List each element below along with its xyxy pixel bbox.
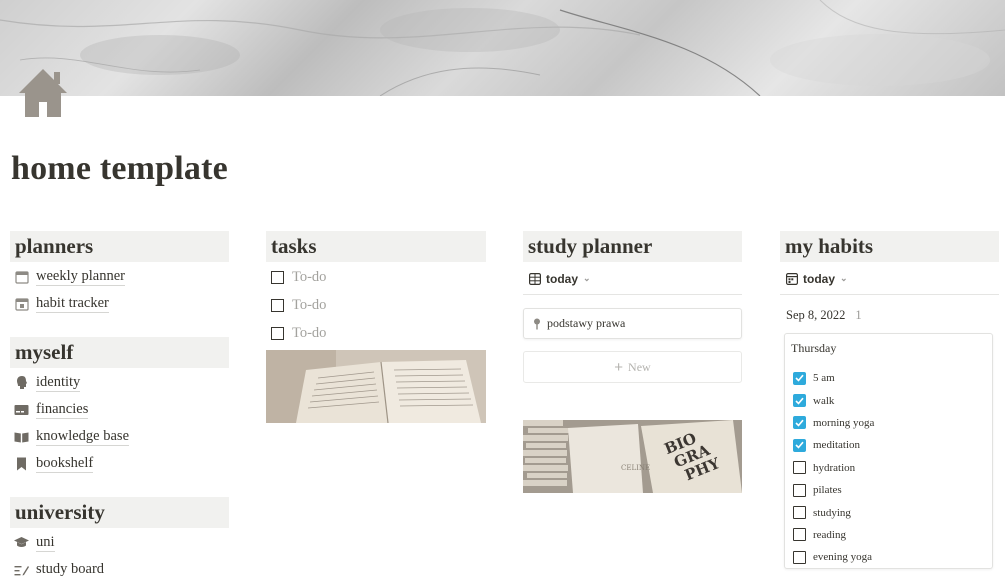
habits-card-title: Thursday [791, 341, 837, 355]
graduation-cap-icon [14, 535, 29, 550]
new-item-button[interactable]: + New [523, 351, 742, 383]
habits-group-header[interactable]: Sep 8, 2022 1 [780, 307, 999, 323]
habit-item[interactable]: hydration [785, 457, 992, 479]
link-weekly-planner[interactable]: weekly planner [10, 263, 229, 290]
todo-checkbox[interactable] [271, 298, 284, 312]
habit-item[interactable]: meditation [785, 434, 992, 456]
calendar-icon [14, 269, 29, 284]
profile-head-icon [14, 375, 29, 390]
habit-item[interactable]: morning yoga [785, 412, 992, 434]
todo-item[interactable]: To-do [266, 319, 486, 347]
habits-date: Sep 8, 2022 [786, 307, 846, 322]
habit-checkbox-checked[interactable] [793, 394, 806, 408]
habit-checkbox[interactable] [793, 528, 806, 542]
cover-image [0, 0, 1005, 96]
calendar-view-icon [786, 272, 799, 285]
study-item-label: podstawy prawa [547, 316, 626, 330]
link-habit-tracker[interactable]: habit tracker [10, 290, 229, 317]
pin-icon [533, 318, 541, 330]
todo-checkbox[interactable] [271, 270, 284, 284]
habit-checkbox-checked[interactable] [793, 438, 806, 452]
study-item-card[interactable]: podstawy prawa [523, 308, 742, 339]
link-knowledge-base[interactable]: knowledge base [10, 423, 229, 450]
habits-column: my habits today ⌄ Sep 8, 2022 1 Thursday… [780, 231, 999, 569]
svg-text:CELINE: CELINE [621, 464, 650, 472]
habit-item[interactable]: studying [785, 501, 992, 523]
todo-item[interactable]: To-do [266, 263, 486, 291]
habits-view-label: today [803, 271, 836, 286]
tasks-column: tasks To-do To-do To-do [266, 231, 486, 347]
open-book-icon [14, 429, 29, 444]
link-financies[interactable]: financies [10, 396, 229, 423]
biography-books-photo: CELINE BIO GRA PHY [523, 420, 742, 493]
university-header: university [10, 497, 229, 528]
todo-item[interactable]: To-do [266, 291, 486, 319]
page-title: home template [11, 150, 228, 187]
link-study-board[interactable]: study board [10, 556, 229, 577]
habit-checkbox[interactable] [793, 461, 806, 475]
open-book-photo [266, 350, 486, 423]
habit-item[interactable]: walk [785, 389, 992, 411]
study-planner-header: study planner [523, 231, 742, 262]
study-planner-column: study planner today ⌄ podstawy prawa + N… [523, 231, 742, 383]
pencil-lines-icon [14, 562, 29, 577]
link-identity[interactable]: identity [10, 369, 229, 396]
link-uni[interactable]: uni [10, 529, 229, 556]
bookmark-icon [14, 456, 29, 471]
plus-icon: + [614, 358, 624, 376]
table-view-icon [529, 272, 542, 285]
habit-item[interactable]: pilates [785, 479, 992, 501]
tasks-header: tasks [266, 231, 486, 262]
habit-checkbox[interactable] [793, 483, 806, 497]
chevron-down-icon: ⌄ [583, 273, 591, 283]
habits-view-tab[interactable]: today ⌄ [780, 263, 999, 295]
todo-checkbox[interactable] [271, 326, 284, 340]
habits-card[interactable]: Thursday 5 am walk morning yoga meditati… [784, 333, 993, 569]
habit-item[interactable]: 5 am [785, 367, 992, 389]
habit-item[interactable]: reading [785, 524, 992, 546]
habit-checkbox-checked[interactable] [793, 416, 806, 430]
habits-count: 1 [855, 307, 862, 322]
left-column: planners weekly planner habit tracker my… [10, 231, 229, 577]
habit-checkbox[interactable] [793, 506, 806, 520]
planners-header: planners [10, 231, 229, 262]
study-view-label: today [546, 271, 579, 286]
study-view-tab[interactable]: today ⌄ [523, 263, 742, 295]
chevron-down-icon: ⌄ [840, 273, 848, 283]
habit-item[interactable]: evening yoga [785, 546, 992, 568]
myself-header: myself [10, 337, 229, 368]
habit-checkbox-checked[interactable] [793, 371, 806, 385]
habit-checkbox[interactable] [793, 550, 806, 564]
calendar-check-icon [14, 296, 29, 311]
card-icon [14, 402, 29, 417]
habits-header: my habits [780, 231, 999, 262]
house-icon[interactable] [16, 66, 70, 120]
link-bookshelf[interactable]: bookshelf [10, 450, 229, 477]
